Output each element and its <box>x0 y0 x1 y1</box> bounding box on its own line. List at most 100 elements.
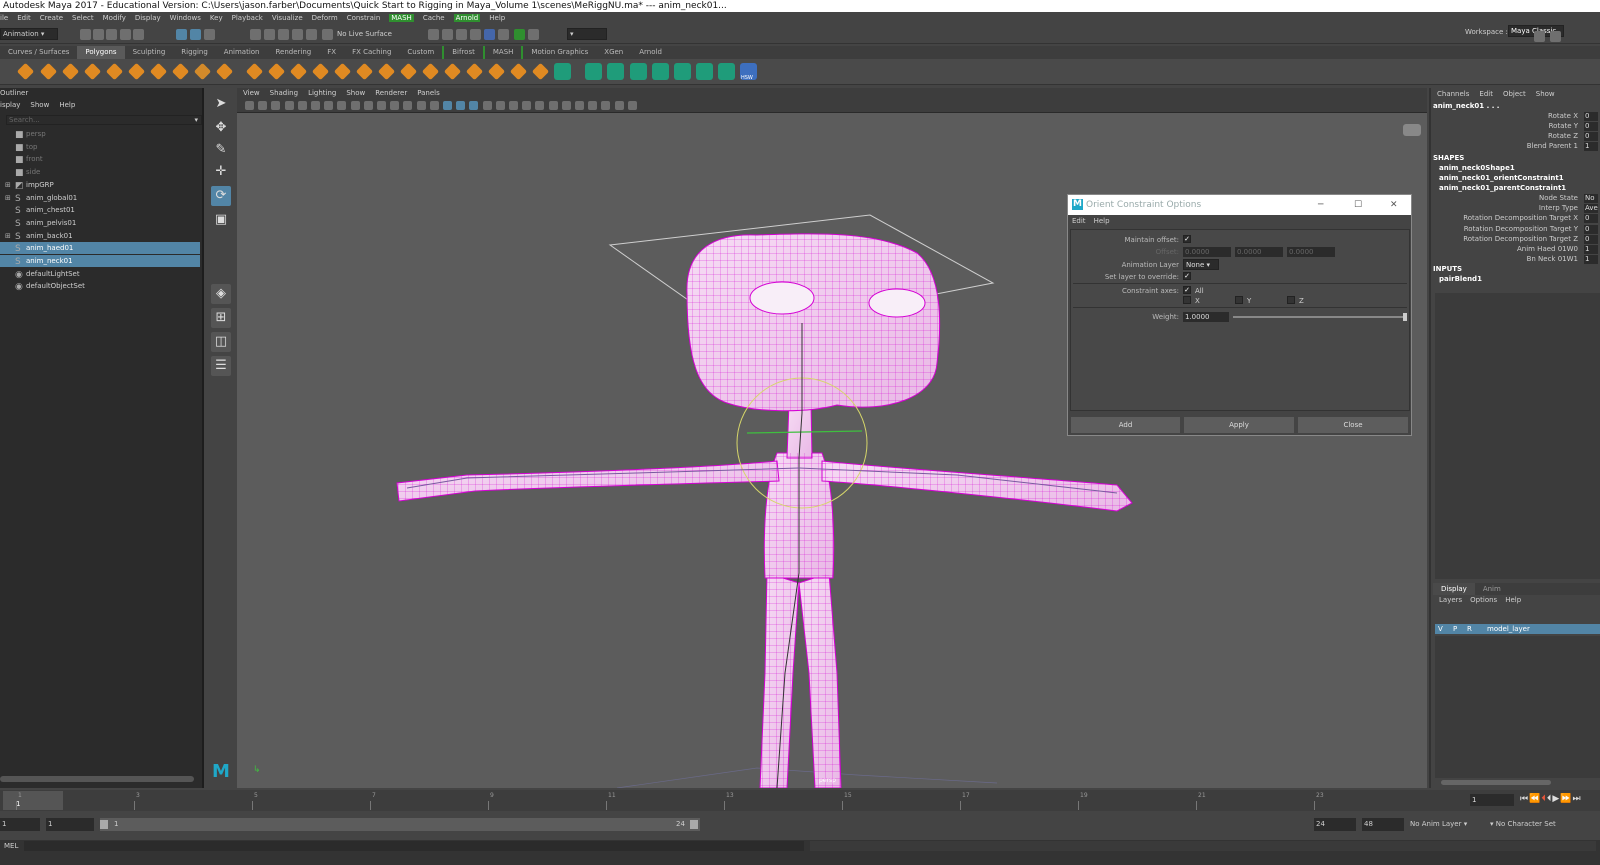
shape-item[interactable]: anim_neck0Shape1 <box>1439 164 1515 172</box>
paint-select-tool-icon[interactable]: ✎ <box>211 140 231 160</box>
uv-unfold-icon[interactable] <box>652 63 669 80</box>
channel-attr-name[interactable]: Bn Neck 01W1 <box>1527 255 1578 263</box>
shape-item[interactable]: anim_neck01_parentConstraint1 <box>1439 184 1566 192</box>
channel-menu-item[interactable]: Channels <box>1437 90 1469 98</box>
shelf-tab[interactable]: Curves / Surfaces <box>0 46 77 59</box>
select-component-icon[interactable] <box>204 29 215 40</box>
select-object-icon[interactable] <box>190 29 201 40</box>
shadows-icon[interactable] <box>482 101 492 110</box>
select-camera-icon[interactable] <box>245 101 254 110</box>
weight-slider-track[interactable] <box>1233 316 1407 318</box>
shelf-tab[interactable]: FX Caching <box>344 46 399 59</box>
menu-item[interactable]: Visualize <box>272 14 303 22</box>
channel-attr-value[interactable]: 1 <box>1584 255 1598 265</box>
shelf-tab[interactable]: Arnold <box>631 46 670 59</box>
cube-alt-icon[interactable] <box>289 62 308 81</box>
camera-attr-icon[interactable] <box>258 101 268 110</box>
character-set-dropdown[interactable]: ▾ No Character Set <box>1490 820 1556 828</box>
shelf-tab[interactable]: MASH <box>482 46 522 59</box>
outliner-item[interactable]: ■ front <box>0 153 200 165</box>
viewport-menu-item[interactable]: Renderer <box>375 89 407 97</box>
channel-attr-value[interactable]: 1 <box>1584 142 1598 151</box>
new-scene-icon[interactable] <box>80 29 91 40</box>
shelf-tab[interactable]: Rigging <box>173 46 216 59</box>
bevel-icon[interactable] <box>377 62 396 81</box>
outliner-item[interactable]: ◩ ⊞ impGRP <box>0 179 200 191</box>
offset-z-field[interactable]: 0.0000 <box>1287 247 1335 257</box>
range-bar[interactable]: 1 24 <box>100 818 700 831</box>
hypershade-icon[interactable] <box>470 29 481 40</box>
soccer-icon[interactable] <box>333 62 352 81</box>
weight-field[interactable]: 1.0000 <box>1183 312 1229 322</box>
uv-auto-icon[interactable] <box>585 63 602 80</box>
shelf-tab[interactable]: Sculpting <box>125 46 174 59</box>
layer-menu-item[interactable]: Options <box>1470 596 1497 604</box>
layer-scrollbar[interactable] <box>1441 780 1551 785</box>
input-item[interactable]: pairBlend1 <box>1439 275 1482 283</box>
outliner-item[interactable]: ■ side <box>0 166 200 178</box>
outliner-item[interactable]: Sanim_haed01 <box>0 242 200 255</box>
plane-icon[interactable] <box>127 62 146 81</box>
viewport-menu-item[interactable]: View <box>243 89 260 97</box>
render-view-icon[interactable] <box>484 29 495 40</box>
menu-item[interactable]: Cache <box>423 14 445 22</box>
merge-icon[interactable] <box>443 62 462 81</box>
dialog-menu-item[interactable]: Help <box>1094 217 1110 225</box>
menu-item[interactable]: Windows <box>170 14 201 22</box>
snap-surface-icon[interactable] <box>306 29 317 40</box>
live-surface-icon[interactable] <box>322 29 333 40</box>
extrude-icon[interactable] <box>355 62 374 81</box>
bridge-icon[interactable] <box>399 62 418 81</box>
grid-icon[interactable] <box>324 101 334 110</box>
snap-curve-icon[interactable] <box>264 29 275 40</box>
channel-menu-item[interactable]: Object <box>1503 90 1526 98</box>
menu-item[interactable]: Help <box>489 14 505 22</box>
playback-start-field[interactable]: 1 <box>46 818 94 831</box>
apply-button[interactable]: Apply <box>1184 417 1294 433</box>
anim-layer-dropdown[interactable]: No Anim Layer ▾ <box>1410 820 1467 828</box>
wire-on-shaded-icon[interactable] <box>443 101 452 110</box>
viewport-menu-item[interactable]: Lighting <box>308 89 336 97</box>
motion-blur-icon[interactable] <box>509 101 518 110</box>
outliner-item[interactable]: ■ top <box>0 141 200 153</box>
safe-action-icon[interactable] <box>390 101 400 110</box>
ipr-render-icon[interactable] <box>442 29 453 40</box>
channel-attr-name[interactable]: Anim Haed 01W0 <box>1517 245 1578 253</box>
pipe-icon[interactable] <box>171 62 190 81</box>
layer-tab[interactable]: Display <box>1433 583 1475 595</box>
shelf-tab[interactable]: Motion Graphics <box>521 46 596 59</box>
viewport-menu-item[interactable]: Shading <box>270 89 298 97</box>
text-icon[interactable] <box>193 62 212 81</box>
axis-y-checkbox[interactable] <box>1235 296 1243 304</box>
channel-attr-value[interactable]: 0 <box>1584 112 1598 121</box>
offset-x-field[interactable]: 0.0000 <box>1183 247 1231 257</box>
grease-pencil-icon[interactable] <box>311 101 320 110</box>
2d-pan-icon[interactable] <box>297 101 307 110</box>
playback-end-field[interactable]: 24 <box>1314 818 1356 831</box>
sidebar-toggle-icon[interactable] <box>1534 31 1545 42</box>
command-input[interactable] <box>24 841 804 851</box>
outliner-item[interactable]: Sanim_neck01 <box>0 255 200 267</box>
render-setup-icon[interactable] <box>498 29 509 40</box>
mirror-icon[interactable] <box>509 62 528 81</box>
end-time-field[interactable]: 48 <box>1362 818 1404 831</box>
outliner-menu-item[interactable]: Show <box>30 101 49 109</box>
single-pane-layout-icon[interactable]: ◈ <box>211 284 231 304</box>
range-start-handle[interactable] <box>100 820 108 829</box>
isolate-icon[interactable] <box>548 101 558 110</box>
xray-icon[interactable] <box>561 101 571 110</box>
add-button[interactable]: Add <box>1071 417 1180 433</box>
shelf-tab[interactable]: Polygons <box>77 46 125 59</box>
menu-item[interactable]: Playback <box>232 14 263 22</box>
weight-slider-handle[interactable] <box>1403 313 1407 321</box>
channel-attr-name[interactable]: Rotate Z <box>1548 132 1578 140</box>
menu-item[interactable]: Select <box>72 14 94 22</box>
dialog-menu-item[interactable]: Edit <box>1072 217 1086 225</box>
cube-icon[interactable] <box>39 62 58 81</box>
separate-icon[interactable] <box>487 62 506 81</box>
outliner-scrollbar[interactable] <box>0 776 194 782</box>
layer-menu-item[interactable]: Help <box>1505 596 1521 604</box>
viewport-menu-item[interactable]: Show <box>346 89 365 97</box>
close-button[interactable]: Close <box>1298 417 1408 433</box>
render-settings-icon[interactable] <box>456 29 467 40</box>
